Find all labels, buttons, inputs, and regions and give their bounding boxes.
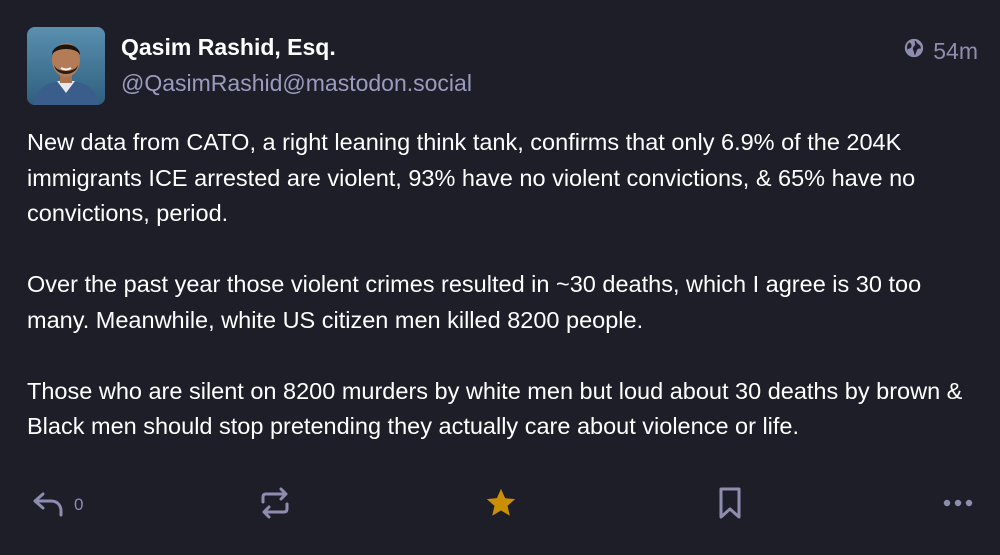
bookmark-icon	[715, 486, 745, 525]
star-icon	[484, 486, 518, 525]
favourite-button[interactable]	[484, 485, 518, 525]
bookmark-button[interactable]	[715, 485, 745, 525]
reply-button[interactable]: 0	[31, 485, 83, 525]
post-paragraph: Those who are silent on 8200 murders by …	[27, 377, 963, 440]
post-paragraph: New data from CATO, a right leaning thin…	[27, 129, 916, 226]
reply-count: 0	[74, 495, 84, 514]
post-paragraph: Over the past year those violent crimes …	[27, 271, 922, 333]
post-actions: 0	[0, 485, 1000, 527]
boost-button[interactable]	[258, 485, 292, 525]
post-meta: 54m	[903, 37, 978, 65]
avatar[interactable]	[27, 27, 105, 105]
more-icon	[942, 496, 974, 514]
post-content: New data from CATO, a right leaning thin…	[27, 125, 977, 480]
globe-icon	[903, 37, 925, 65]
boost-icon	[258, 486, 292, 525]
more-button[interactable]	[942, 485, 974, 525]
post-card: Qasim Rashid, Esq. @QasimRashid@mastodon…	[0, 0, 1000, 555]
post-timestamp[interactable]: 54m	[933, 38, 978, 65]
author-handle[interactable]: @QasimRashid@mastodon.social	[121, 70, 472, 97]
avatar-image	[27, 27, 105, 105]
reply-icon	[31, 488, 65, 523]
author-display-name[interactable]: Qasim Rashid, Esq.	[121, 34, 336, 61]
